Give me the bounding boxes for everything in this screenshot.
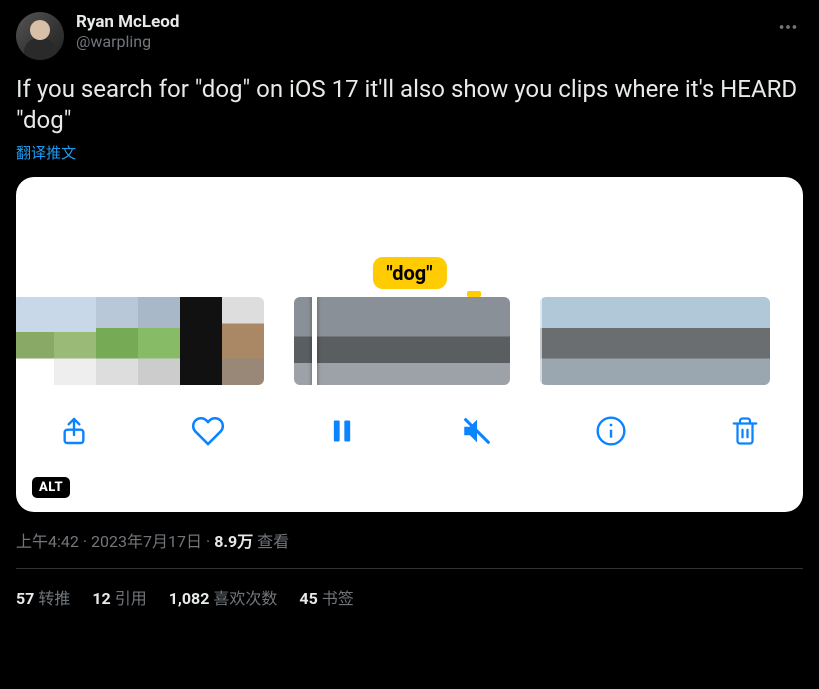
mute-button[interactable] <box>459 413 495 449</box>
timeline-frame <box>632 297 678 385</box>
bookmarks-stat[interactable]: 45书签 <box>299 585 353 609</box>
pause-button[interactable] <box>324 413 360 449</box>
media-card[interactable]: "dog" <box>16 177 803 512</box>
ellipsis-icon <box>777 16 799 38</box>
timeline-frame <box>294 297 348 385</box>
tweet-meta[interactable]: 上午4:42·2023年7月17日·8.9万 查看 <box>16 528 803 569</box>
clip-group[interactable] <box>294 297 510 385</box>
timeline-frame <box>138 297 180 385</box>
user-handle: @warpling <box>76 32 761 51</box>
tweet-container: Ryan McLeod @warpling If you search for … <box>0 0 819 609</box>
tweet-text: If you search for "dog" on iOS 17 it'll … <box>16 74 803 136</box>
info-button[interactable] <box>593 413 629 449</box>
timeline-frame <box>402 297 456 385</box>
media-controls <box>16 393 803 459</box>
search-tag: "dog" <box>372 257 446 289</box>
timeline-frame <box>54 297 96 385</box>
alt-badge[interactable]: ALT <box>32 477 70 498</box>
timeline-frame <box>222 297 264 385</box>
like-button[interactable] <box>190 413 226 449</box>
media-header: "dog" <box>16 177 803 297</box>
timeline-frame <box>678 297 724 385</box>
tweet-date: 2023年7月17日 <box>91 532 202 551</box>
display-name: Ryan McLeod <box>76 12 761 32</box>
tweet-header: Ryan McLeod @warpling <box>16 12 803 60</box>
tweet-time: 上午4:42 <box>16 532 79 551</box>
more-button[interactable] <box>773 12 803 42</box>
avatar[interactable] <box>16 12 64 60</box>
timeline-frame <box>456 297 510 385</box>
views-count: 8.9万 <box>214 532 253 551</box>
timeline-frame <box>348 297 402 385</box>
timeline-frame <box>540 297 586 385</box>
info-icon <box>595 415 627 447</box>
timeline-frame <box>180 297 222 385</box>
trash-icon <box>730 416 760 446</box>
clip-group[interactable] <box>16 297 264 385</box>
timeline-frame <box>586 297 632 385</box>
timeline-frame <box>16 297 54 385</box>
retweets-stat[interactable]: 57转推 <box>16 585 70 609</box>
user-names[interactable]: Ryan McLeod @warpling <box>76 12 761 51</box>
pause-icon <box>328 417 356 445</box>
playhead[interactable] <box>312 297 317 385</box>
video-timeline[interactable] <box>16 297 803 393</box>
delete-button[interactable] <box>727 413 763 449</box>
share-icon <box>58 415 90 447</box>
volume-mute-icon <box>460 414 494 448</box>
clip-group[interactable] <box>540 297 770 385</box>
likes-stat[interactable]: 1,082喜欢次数 <box>169 585 278 609</box>
timeline-frame <box>96 297 138 385</box>
timeline-frame <box>724 297 770 385</box>
heart-icon <box>191 414 225 448</box>
tweet-stats: 57转推 12引用 1,082喜欢次数 45书签 <box>16 569 803 609</box>
views-label: 查看 <box>257 532 289 551</box>
quotes-stat[interactable]: 12引用 <box>92 585 146 609</box>
share-button[interactable] <box>56 413 92 449</box>
translate-link[interactable]: 翻译推文 <box>16 142 76 163</box>
